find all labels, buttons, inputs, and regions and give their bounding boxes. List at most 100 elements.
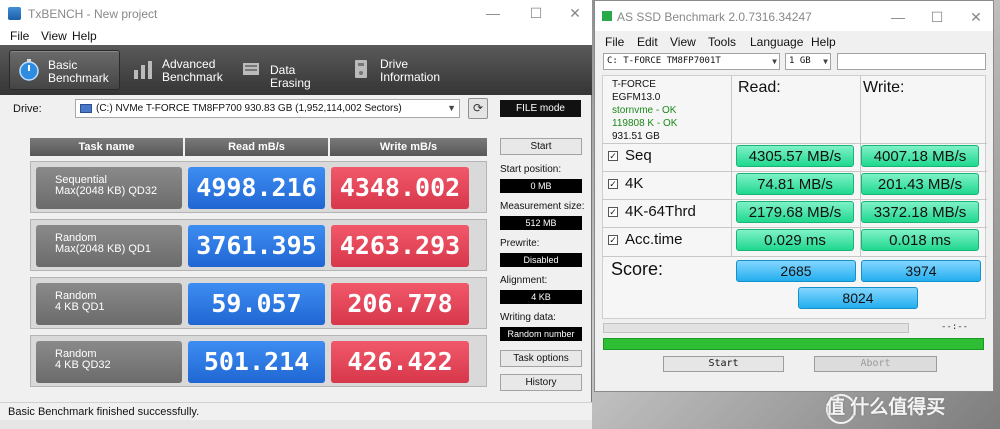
toolbar: Basic Benchmark Advanced Benchmark Data … bbox=[0, 45, 592, 95]
read-result: 2179.68 MB/s bbox=[736, 201, 854, 223]
row-divider bbox=[603, 256, 987, 257]
maximize-button[interactable]: ☐ bbox=[521, 4, 551, 22]
as-minimize-button[interactable]: — bbox=[883, 8, 913, 26]
file-mode-badge: FILE mode bbox=[500, 100, 581, 117]
as-ssd-window: AS SSD Benchmark 2.0.7316.34247 — ☐ ✕ Fi… bbox=[594, 0, 994, 392]
as-menu-edit[interactable]: Edit bbox=[637, 35, 658, 49]
as-menu-tools[interactable]: Tools bbox=[708, 35, 736, 49]
tab-advanced-benchmark-label: Advanced Benchmark bbox=[162, 57, 223, 84]
read-result: 74.81 MB/s bbox=[736, 173, 854, 195]
test-label: Seq bbox=[625, 147, 652, 164]
minimize-button[interactable]: — bbox=[478, 4, 508, 22]
col-task-name: Task name bbox=[30, 138, 183, 156]
refresh-icon: ⟳ bbox=[472, 101, 484, 115]
as-ssd-app-icon bbox=[602, 11, 612, 21]
tab-drive-information-label: Drive Information bbox=[380, 57, 441, 84]
measurement-size-value[interactable]: 512 MB bbox=[500, 216, 582, 230]
read-value: 59.057 bbox=[188, 283, 325, 325]
alignment-status: 119808 K - OK bbox=[612, 118, 678, 129]
close-button[interactable]: ✕ bbox=[560, 4, 590, 22]
tab-data-erasing-label: Data Erasing bbox=[270, 63, 311, 90]
score-read: 2685 bbox=[736, 260, 856, 282]
txbench-app-icon bbox=[8, 7, 21, 20]
task-name[interactable]: Random 4 KB QD32 bbox=[36, 341, 182, 383]
status-bar: Basic Benchmark finished successfully. bbox=[0, 402, 592, 420]
as-menu-help[interactable]: Help bbox=[811, 35, 836, 49]
menu-help[interactable]: Help bbox=[72, 29, 97, 43]
read-header: Read: bbox=[738, 79, 781, 96]
4k-checkbox[interactable]: ✓ bbox=[608, 179, 618, 189]
task-options-button[interactable]: Task options bbox=[500, 350, 582, 367]
menu-view[interactable]: View bbox=[41, 29, 67, 43]
4k-64thrd-checkbox[interactable]: ✓ bbox=[608, 207, 618, 217]
drive-select-value: (C:) NVMe T-FORCE TM8FP700 930.83 GB (1,… bbox=[96, 103, 402, 114]
task-name[interactable]: Sequential Max(2048 KB) QD32 bbox=[36, 167, 182, 209]
window-title: TxBENCH - New project bbox=[28, 7, 158, 21]
start-button[interactable]: Start bbox=[500, 138, 582, 155]
as-start-button[interactable]: Start bbox=[663, 356, 784, 372]
write-value: 4348.002 bbox=[331, 167, 469, 209]
window-bottom-edge bbox=[0, 420, 592, 429]
acc-time-checkbox[interactable]: ✓ bbox=[608, 235, 618, 245]
row-divider bbox=[603, 143, 987, 144]
txbench-window: TxBENCH - New project — ☐ ✕ File View He… bbox=[0, 0, 592, 429]
menu-file[interactable]: File bbox=[10, 29, 29, 43]
seq-checkbox[interactable]: ✓ bbox=[608, 151, 618, 161]
as-menu-view[interactable]: View bbox=[670, 35, 696, 49]
refresh-button[interactable]: ⟳ bbox=[468, 98, 488, 119]
col-read: Read mB/s bbox=[185, 138, 328, 156]
col-divider bbox=[731, 76, 732, 256]
prewrite-label: Prewrite: bbox=[500, 238, 540, 249]
chevron-down-icon: ▼ bbox=[772, 57, 777, 66]
drive-combo[interactable]: C: T-FORCE TM8FP7001T ▼ bbox=[603, 53, 780, 70]
as-abort-button[interactable]: Abort bbox=[814, 356, 937, 372]
row-divider bbox=[603, 171, 987, 172]
write-value: 206.778 bbox=[331, 283, 469, 325]
tab-data-erasing[interactable]: Data Erasing bbox=[232, 50, 338, 90]
size-combo[interactable]: 1 GB ▼ bbox=[785, 53, 831, 70]
read-result: 4305.57 MB/s bbox=[736, 145, 854, 167]
prewrite-value[interactable]: Disabled bbox=[500, 253, 582, 267]
tab-basic-benchmark[interactable]: Basic Benchmark bbox=[9, 50, 120, 90]
elapsed-time: --:-- bbox=[941, 322, 969, 332]
drive-model: T-FORCE bbox=[612, 79, 656, 90]
chevron-down-icon: ▼ bbox=[447, 103, 456, 113]
history-button[interactable]: History bbox=[500, 374, 582, 391]
write-result: 0.018 ms bbox=[861, 229, 979, 251]
as-maximize-button[interactable]: ☐ bbox=[922, 8, 952, 26]
row-divider bbox=[603, 227, 987, 228]
start-position-value[interactable]: 0 MB bbox=[500, 179, 582, 193]
as-menu-file[interactable]: File bbox=[605, 35, 624, 49]
driver-status: stornvme - OK bbox=[612, 105, 677, 116]
drive-small-icon bbox=[80, 104, 92, 113]
score-label: Score: bbox=[611, 259, 664, 279]
as-close-button[interactable]: ✕ bbox=[961, 8, 991, 26]
eraser-icon bbox=[243, 63, 259, 75]
drive-label: Drive: bbox=[13, 103, 42, 115]
write-result: 4007.18 MB/s bbox=[861, 145, 979, 167]
write-value: 426.422 bbox=[331, 341, 469, 383]
drive-select[interactable]: (C:) NVMe T-FORCE TM8FP700 930.83 GB (1,… bbox=[75, 99, 460, 118]
read-value: 3761.395 bbox=[188, 225, 325, 267]
custom-size-input[interactable] bbox=[837, 53, 986, 70]
txbench-title-bar: TxBENCH - New project — ☐ ✕ bbox=[0, 0, 592, 26]
writing-data-label: Writing data: bbox=[500, 312, 556, 323]
menu-bar: File View Help bbox=[0, 26, 592, 45]
tab-drive-information[interactable]: Drive Information bbox=[342, 50, 442, 90]
drive-firmware: EGFM13.0 bbox=[612, 92, 661, 103]
drive-icon bbox=[355, 60, 367, 78]
bar-chart-icon bbox=[134, 61, 152, 79]
as-ssd-window-title: AS SSD Benchmark 2.0.7316.34247 bbox=[617, 10, 812, 24]
drive-capacity: 931.51 GB bbox=[612, 131, 660, 142]
tab-advanced-benchmark[interactable]: Advanced Benchmark bbox=[124, 50, 228, 90]
col-write: Write mB/s bbox=[330, 138, 487, 156]
test-progress-bar bbox=[603, 323, 909, 333]
tab-basic-benchmark-label: Basic Benchmark bbox=[48, 58, 109, 85]
writing-data-value[interactable]: Random number bbox=[500, 327, 582, 341]
row-divider bbox=[603, 199, 987, 200]
write-header: Write: bbox=[863, 79, 905, 96]
task-name[interactable]: Random Max(2048 KB) QD1 bbox=[36, 225, 182, 267]
alignment-value[interactable]: 4 KB bbox=[500, 290, 582, 304]
as-menu-language[interactable]: Language bbox=[750, 35, 803, 49]
task-name[interactable]: Random 4 KB QD1 bbox=[36, 283, 182, 325]
